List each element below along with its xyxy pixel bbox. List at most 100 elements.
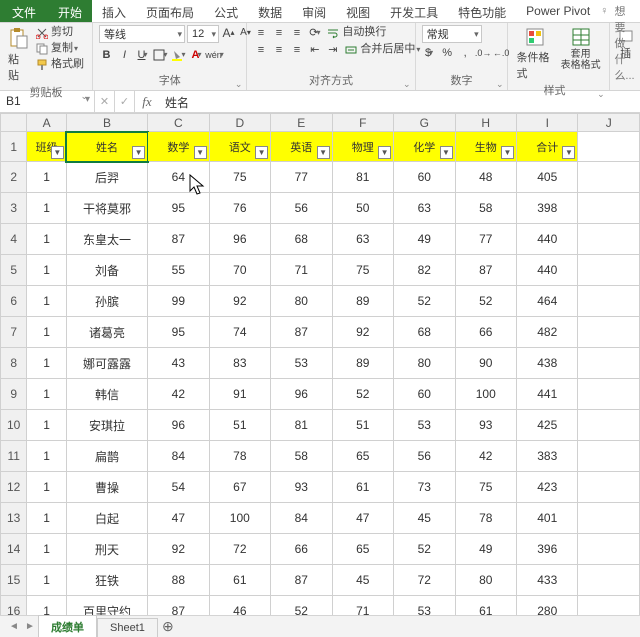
cell[interactable]: 63 <box>394 193 455 224</box>
cell[interactable]: 52 <box>271 596 332 616</box>
filter-button[interactable]: ▼ <box>194 146 207 159</box>
filter-button[interactable]: ▼ <box>501 146 514 159</box>
sheet-tab-2[interactable]: Sheet1 <box>97 618 158 637</box>
cell[interactable]: 娜可露露 <box>66 348 147 379</box>
cell[interactable]: 87 <box>148 224 209 255</box>
cell[interactable]: 70 <box>209 255 270 286</box>
row-header-7[interactable]: 7 <box>1 317 27 348</box>
col-header-E[interactable]: E <box>271 114 332 132</box>
cell[interactable]: 66 <box>271 534 332 565</box>
cell[interactable]: 49 <box>455 534 516 565</box>
add-sheet-button[interactable]: ⊕ <box>158 618 178 635</box>
cell[interactable]: 安琪拉 <box>66 410 147 441</box>
cell[interactable] <box>578 348 640 379</box>
cell[interactable]: 93 <box>455 410 516 441</box>
cell[interactable]: 433 <box>517 565 578 596</box>
cell[interactable]: 孙膑 <box>66 286 147 317</box>
cell[interactable]: 扁鹊 <box>66 441 147 472</box>
col-header-F[interactable]: F <box>332 114 393 132</box>
cell[interactable]: 383 <box>517 441 578 472</box>
row-header-13[interactable]: 13 <box>1 503 27 534</box>
cell[interactable]: 99 <box>148 286 209 317</box>
cell[interactable] <box>578 193 640 224</box>
row-header-11[interactable]: 11 <box>1 441 27 472</box>
filter-button[interactable]: ▼ <box>440 146 453 159</box>
cell[interactable]: 100 <box>209 503 270 534</box>
format-painter-button[interactable]: 格式刷 <box>34 57 86 72</box>
cell[interactable]: 96 <box>209 224 270 255</box>
tab-file[interactable]: 文件 <box>0 0 48 22</box>
orientation-button[interactable]: ⟳▾ <box>307 25 322 40</box>
cell[interactable]: 1 <box>27 410 67 441</box>
cell[interactable]: 401 <box>517 503 578 534</box>
cell[interactable]: 54 <box>148 472 209 503</box>
row-header-10[interactable]: 10 <box>1 410 27 441</box>
col-header-J[interactable]: J <box>578 114 640 132</box>
row-header-4[interactable]: 4 <box>1 224 27 255</box>
cell[interactable]: 1 <box>27 162 67 193</box>
cell[interactable] <box>578 534 640 565</box>
cell[interactable]: 92 <box>148 534 209 565</box>
cell[interactable]: 95 <box>148 193 209 224</box>
cell[interactable]: 75 <box>332 255 393 286</box>
cell[interactable]: 60 <box>394 379 455 410</box>
sheet-nav-next[interactable]: ► <box>22 621 38 632</box>
cell[interactable]: 42 <box>455 441 516 472</box>
cell[interactable]: 72 <box>394 565 455 596</box>
cell[interactable]: 1 <box>27 379 67 410</box>
cell[interactable]: 441 <box>517 379 578 410</box>
underline-button[interactable]: U▾ <box>135 47 150 62</box>
cell[interactable]: 47 <box>148 503 209 534</box>
cell[interactable]: 48 <box>455 162 516 193</box>
cell[interactable]: 84 <box>148 441 209 472</box>
percent-button[interactable]: % <box>440 45 455 60</box>
bold-button[interactable]: B <box>99 47 114 62</box>
cell[interactable]: 45 <box>394 503 455 534</box>
cell[interactable]: 51 <box>332 410 393 441</box>
align-top-button[interactable]: ≡ <box>253 25 268 40</box>
table-format-button[interactable]: 套用 表格格式 <box>559 25 603 71</box>
cell[interactable]: 43 <box>148 348 209 379</box>
cell[interactable]: 398 <box>517 193 578 224</box>
cell[interactable] <box>578 224 640 255</box>
merge-button[interactable]: 合并后居中▾ <box>343 42 422 57</box>
cell[interactable]: 423 <box>517 472 578 503</box>
cell[interactable]: 82 <box>394 255 455 286</box>
cell[interactable]: 1 <box>27 193 67 224</box>
cell[interactable]: 91 <box>209 379 270 410</box>
cell[interactable]: 66 <box>455 317 516 348</box>
phonetic-button[interactable]: wén▾ <box>207 47 222 62</box>
tab-formulas[interactable]: 公式 <box>204 0 248 22</box>
cell[interactable]: 67 <box>209 472 270 503</box>
cell[interactable]: 55 <box>148 255 209 286</box>
tab-layout[interactable]: 页面布局 <box>136 0 204 22</box>
cell[interactable]: 396 <box>517 534 578 565</box>
enter-button[interactable]: ✓ <box>115 91 135 112</box>
worksheet-grid[interactable]: ABCDEFGHIJ1班级▼姓名▼数学▼语文▼英语▼物理▼化学▼生物▼合计▼21… <box>0 113 640 615</box>
cell[interactable]: 60 <box>394 162 455 193</box>
cell[interactable] <box>578 503 640 534</box>
cell[interactable]: 89 <box>332 348 393 379</box>
cell[interactable]: 61 <box>209 565 270 596</box>
cell[interactable]: 64 <box>148 162 209 193</box>
increase-font-button[interactable]: A▴ <box>221 25 236 40</box>
sheet-tab-1[interactable]: 成绩单 <box>38 615 97 637</box>
cell[interactable]: 1 <box>27 472 67 503</box>
cell[interactable]: 56 <box>271 193 332 224</box>
cell[interactable]: 93 <box>271 472 332 503</box>
header-cell[interactable]: 化学▼ <box>394 132 455 162</box>
tab-special[interactable]: 特色功能 <box>448 0 516 22</box>
cell[interactable]: 52 <box>394 286 455 317</box>
align-center-button[interactable]: ≡ <box>271 42 286 57</box>
col-header-A[interactable]: A <box>27 114 67 132</box>
col-header-B[interactable]: B <box>66 114 147 132</box>
cell[interactable]: 77 <box>271 162 332 193</box>
cell[interactable]: 78 <box>455 503 516 534</box>
cell[interactable]: 88 <box>148 565 209 596</box>
row-header-1[interactable]: 1 <box>1 132 27 162</box>
cell[interactable]: 71 <box>332 596 393 616</box>
cell[interactable]: 95 <box>148 317 209 348</box>
cell[interactable]: 1 <box>27 503 67 534</box>
cell[interactable]: 81 <box>271 410 332 441</box>
cell[interactable]: 73 <box>394 472 455 503</box>
